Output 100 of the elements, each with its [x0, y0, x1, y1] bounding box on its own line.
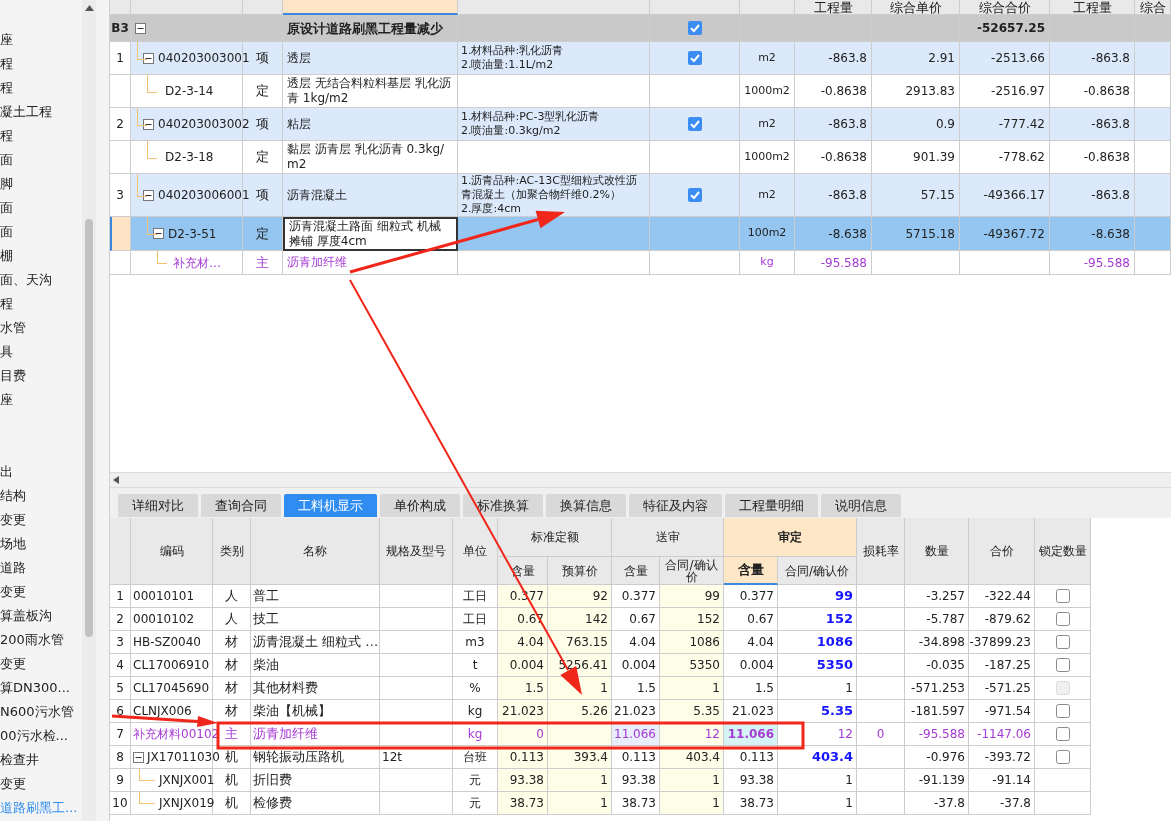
tree-item[interactable]: 变更	[0, 652, 80, 676]
tree-item[interactable]: 凝土工程	[0, 100, 80, 124]
checkbox[interactable]	[687, 188, 702, 202]
tree-item[interactable]: 棚	[0, 244, 80, 268]
table-row[interactable]: D2-3-14 定 透层 无结合料粒料基层 乳化沥青 1kg/m2 1000m2 -0.8638 2913.83 -2516.97 -0.8638	[110, 75, 1171, 108]
minus-box-icon[interactable]	[143, 52, 154, 64]
row-number-cell: 3	[110, 174, 131, 217]
column-header[interactable]: 锁定数量	[1035, 518, 1091, 585]
column-header[interactable]: 类别	[213, 518, 251, 585]
tree-item[interactable]: 算DN300...	[0, 676, 80, 700]
tree-item[interactable]: 道路	[0, 556, 80, 580]
tree-item[interactable]: 检查井	[0, 748, 80, 772]
column-header[interactable]: 合同/确认价	[778, 557, 857, 585]
column-header[interactable]: 综合	[1135, 0, 1171, 15]
column-group-header[interactable]: 标准定额	[498, 518, 612, 557]
tree-item[interactable]: 结构	[0, 484, 80, 508]
tree-item[interactable]: 程	[0, 124, 80, 148]
tree-item[interactable]: 算盖板沟	[0, 604, 80, 628]
column-header[interactable]: 损耗率	[857, 518, 905, 585]
tree-item[interactable]: 面	[0, 220, 80, 244]
row-number: 4	[116, 657, 124, 674]
tree-item[interactable]: 场地	[0, 532, 80, 556]
scroll-left-icon[interactable]	[113, 476, 119, 484]
checkbox[interactable]	[1055, 727, 1070, 741]
column-group-header[interactable]: 送审	[612, 518, 724, 557]
tree-item[interactable]: 具	[0, 340, 80, 364]
tree-item[interactable]: 00污水检...	[0, 724, 80, 748]
tab[interactable]: 详细对比	[118, 494, 198, 517]
tree-item[interactable]: 脚	[0, 172, 80, 196]
tab[interactable]: 查询合同	[201, 494, 281, 517]
checkbox[interactable]	[1055, 635, 1070, 649]
table-row[interactable]: 补充材… 主 沥青加纤维 kg -95.588 -95.588	[110, 251, 1171, 275]
checkbox[interactable]	[1055, 704, 1070, 718]
minus-box-icon[interactable]	[153, 228, 164, 239]
tree-item[interactable]: 程	[0, 292, 80, 316]
minus-box-icon[interactable]	[133, 751, 144, 763]
checkbox[interactable]	[1055, 612, 1070, 626]
column-header[interactable]: 数量	[905, 518, 969, 585]
tab[interactable]: 说明信息	[821, 494, 901, 517]
table-row[interactable]: B3 原设计道路刷黑工程量减少 -52657.25	[110, 15, 1171, 42]
tree-item[interactable]: 变更	[0, 580, 80, 604]
table-cell-text: 沥青加纤维	[253, 725, 318, 744]
checkbox[interactable]	[1055, 658, 1070, 672]
tree-item[interactable]: 变更	[0, 772, 80, 796]
tree-item[interactable]: 200雨水管	[0, 628, 80, 652]
scroll-up-icon[interactable]	[84, 5, 94, 11]
scrollbar-thumb[interactable]	[85, 219, 93, 637]
table-row[interactable]: 3 040203006001 项 沥青混凝土 1.沥青品种:AC-13C型细粒式改性沥青混凝土（加聚合物纤维0.2%） 2.厚度:4cm m2 -863.8 57.15 -49366.17 -863.8	[110, 174, 1171, 217]
column-header[interactable]: 合同/确认价	[660, 557, 724, 585]
checkbox[interactable]	[687, 21, 702, 35]
item-code: 00010102	[133, 611, 195, 628]
tree-item[interactable]: 面	[0, 148, 80, 172]
column-header[interactable]: 名称	[251, 518, 380, 585]
tab[interactable]: 特征及内容	[629, 494, 722, 517]
row-number: 1	[116, 588, 124, 605]
column-header[interactable]: 单位	[453, 518, 498, 585]
horizontal-scrollbar[interactable]	[110, 472, 1171, 488]
tree-item[interactable]: 座	[0, 28, 80, 52]
column-header[interactable]	[283, 0, 458, 15]
column-header[interactable]: 预算价	[548, 557, 612, 585]
tab[interactable]: 工程量明细	[725, 494, 818, 517]
column-header[interactable]: 规格及型号	[380, 518, 453, 585]
checkbox[interactable]	[687, 117, 702, 131]
column-group-header[interactable]: 审定	[724, 518, 857, 557]
checkbox[interactable]	[1055, 589, 1070, 603]
table-row[interactable]: 1 040203003001 项 透层 1.材料品种:乳化沥青 2.喷油量:1.1L/m2 m2 -863.8 2.91 -2513.66 -863.8	[110, 42, 1171, 75]
minus-box-icon[interactable]	[135, 22, 146, 34]
column-header[interactable]: 合价	[969, 518, 1035, 585]
column-header[interactable]: 含量	[612, 557, 660, 585]
tab[interactable]: 换算信息	[546, 494, 626, 517]
column-header[interactable]: 综合合价	[960, 0, 1050, 15]
minus-box-icon[interactable]	[143, 118, 154, 130]
tree-item[interactable]: 程	[0, 52, 80, 76]
column-header[interactable]: 综合单价	[872, 0, 960, 15]
minus-box-icon[interactable]	[143, 189, 154, 201]
name-input-field[interactable]: 沥青混凝土路面 细粒式 机械摊铺 厚度4cm	[283, 217, 458, 251]
checkbox[interactable]	[1055, 750, 1070, 764]
tree-item[interactable]: 面	[0, 196, 80, 220]
tree-item[interactable]: 目费	[0, 364, 80, 388]
table-row[interactable]: 2 040203003002 项 粘层 1.材料品种:PC-3型乳化沥青 2.喷油量:0.3kg/m2 m2 -863.8 0.9 -777.42 -863.8	[110, 108, 1171, 141]
tree-item[interactable]: 面、天沟	[0, 268, 80, 292]
checkbox[interactable]	[687, 51, 702, 65]
column-header[interactable]: 编码	[131, 518, 213, 585]
tree-item[interactable]: 水管	[0, 316, 80, 340]
tree-item[interactable]: 出	[0, 460, 80, 484]
table-row[interactable]: D2-3-18 定 黏层 沥青层 乳化沥青 0.3kg/m2 1000m2 -0.8638 901.39 -778.62 -0.8638	[110, 141, 1171, 174]
tab[interactable]: 标准换算	[463, 494, 543, 517]
scrollbar-track[interactable]	[82, 0, 96, 821]
tree-item[interactable]: N600污水管	[0, 700, 80, 724]
tab[interactable]: 单价构成	[380, 494, 460, 517]
table-row[interactable]: D2-3-51 定 沥青混凝土路面 细粒式 机械摊铺 厚度4cm 100m2 -8.638 5715.18 -49367.72 -8.638	[110, 217, 1171, 251]
tree-item[interactable]: 座	[0, 388, 80, 412]
column-header[interactable]: 工程量	[795, 0, 872, 15]
table-cell-text: -95.588	[820, 254, 867, 272]
column-header[interactable]: 工程量	[1050, 0, 1135, 15]
tree-item[interactable]: 程	[0, 76, 80, 100]
column-header[interactable]: 含量	[724, 557, 778, 585]
table-cell: 99	[660, 585, 724, 608]
tree-item[interactable]: 变更	[0, 508, 80, 532]
column-header[interactable]: 含量	[498, 557, 548, 585]
